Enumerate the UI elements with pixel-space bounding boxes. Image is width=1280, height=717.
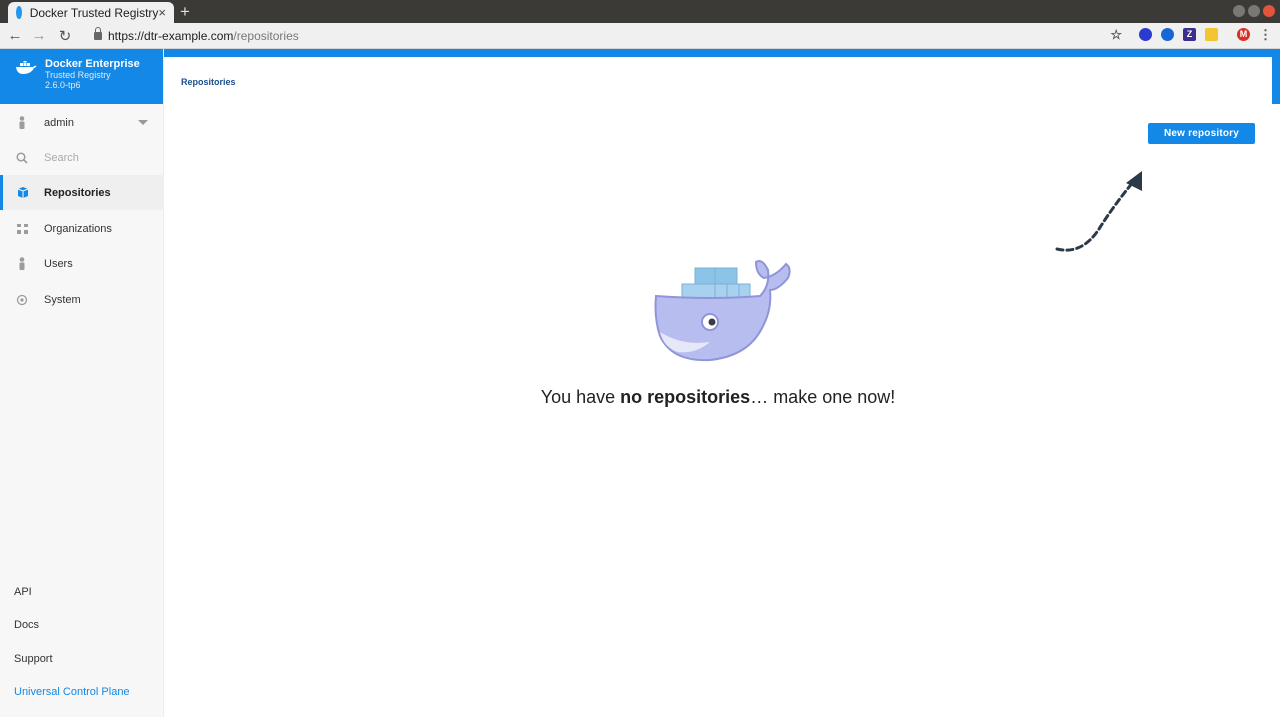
user-icon: [15, 116, 29, 130]
sidebar-item-organizations[interactable]: Organizations: [0, 211, 164, 246]
sidebar-item-label: Repositories: [44, 186, 111, 199]
browser-tab-bar: Docker Trusted Registry × +: [0, 0, 1280, 23]
url-path: /repositories: [233, 28, 299, 43]
address-bar[interactable]: https://dtr-example.com/repositories: [108, 29, 299, 43]
brand-text: Docker Enterprise Trusted Registry 2.6.0…: [45, 59, 140, 104]
api-link[interactable]: API: [14, 586, 32, 598]
sidebar-search[interactable]: Search: [0, 140, 164, 175]
new-tab-icon[interactable]: +: [180, 2, 190, 22]
docker-whale-icon: [654, 260, 791, 362]
repositories-icon: [15, 186, 29, 200]
reload-icon[interactable]: ↻: [54, 27, 76, 45]
extension-icon[interactable]: [1205, 28, 1218, 41]
search-input[interactable]: Search: [44, 152, 79, 164]
sidebar-item-label: System: [44, 293, 81, 306]
docker-logo-icon: [16, 61, 37, 74]
zotero-extension-icon[interactable]: Z: [1183, 28, 1196, 41]
forward-arrow-icon[interactable]: →: [28, 27, 50, 44]
tab-title: Docker Trusted Registry: [29, 5, 159, 20]
close-window-icon[interactable]: [1263, 5, 1275, 17]
breadcrumb[interactable]: Repositories: [181, 77, 236, 87]
new-repository-button[interactable]: New repository: [1148, 123, 1255, 144]
empty-msg-bold: no repositories: [620, 387, 751, 407]
empty-msg-post: … make one now!: [750, 387, 896, 407]
extension-icon[interactable]: [1139, 28, 1152, 41]
brand-header[interactable]: Docker Enterprise Trusted Registry 2.6.0…: [0, 49, 163, 104]
chevron-down-icon[interactable]: [138, 120, 148, 125]
browser-tab[interactable]: Docker Trusted Registry ×: [8, 2, 174, 23]
maximize-icon[interactable]: [1248, 5, 1260, 17]
organizations-icon: [15, 222, 29, 236]
dashed-arrow-icon: [1055, 171, 1142, 252]
sidebar-item-user[interactable]: admin: [0, 105, 164, 140]
docs-link[interactable]: Docs: [14, 619, 39, 631]
user-icon: [15, 257, 29, 271]
scrollbar[interactable]: [1272, 57, 1280, 104]
sidebar-item-repositories[interactable]: Repositories: [0, 175, 164, 210]
bookmark-star-icon[interactable]: ☆: [1110, 28, 1122, 41]
docker-favicon-icon: [16, 6, 22, 19]
dtr-app: Docker Enterprise Trusted Registry 2.6.0…: [0, 49, 1280, 717]
browser-menu-icon[interactable]: ⋮: [1259, 28, 1272, 41]
extension-icon[interactable]: [1161, 28, 1174, 41]
sidebar: Docker Enterprise Trusted Registry 2.6.0…: [0, 49, 164, 717]
back-arrow-icon[interactable]: ←: [4, 27, 26, 44]
empty-state-message: You have no repositories… make one now!: [164, 387, 1272, 408]
lock-icon[interactable]: [94, 26, 102, 40]
sidebar-item-system[interactable]: System: [0, 282, 164, 317]
url-host: https://dtr-example.com: [108, 28, 234, 43]
sidebar-item-users[interactable]: Users: [0, 246, 164, 281]
main-content: Repositories New repository You have no …: [164, 57, 1272, 717]
username-label: admin: [44, 116, 74, 129]
extensions-area: ☆ Z M ⋮: [1110, 28, 1272, 41]
sidebar-item-label: Users: [44, 257, 73, 270]
minimize-icon[interactable]: [1233, 5, 1245, 17]
universal-control-plane-link[interactable]: Universal Control Plane: [14, 686, 130, 698]
brand-subtitle: Trusted Registry: [45, 70, 111, 80]
close-tab-icon[interactable]: ×: [158, 5, 166, 20]
support-link[interactable]: Support: [14, 653, 53, 665]
profile-avatar-icon[interactable]: M: [1237, 28, 1250, 41]
brand-title: Docker Enterprise: [45, 58, 140, 70]
search-icon: [15, 151, 29, 165]
header-strip: [164, 49, 1280, 57]
sidebar-item-label: Organizations: [44, 222, 112, 235]
gear-icon: [15, 293, 29, 307]
empty-msg-pre: You have: [540, 387, 621, 407]
brand-version: 2.6.0-tp6: [45, 80, 81, 90]
browser-toolbar: ← → ↻ https://dtr-example.com/repositori…: [0, 23, 1280, 49]
window-controls: [1233, 5, 1275, 17]
